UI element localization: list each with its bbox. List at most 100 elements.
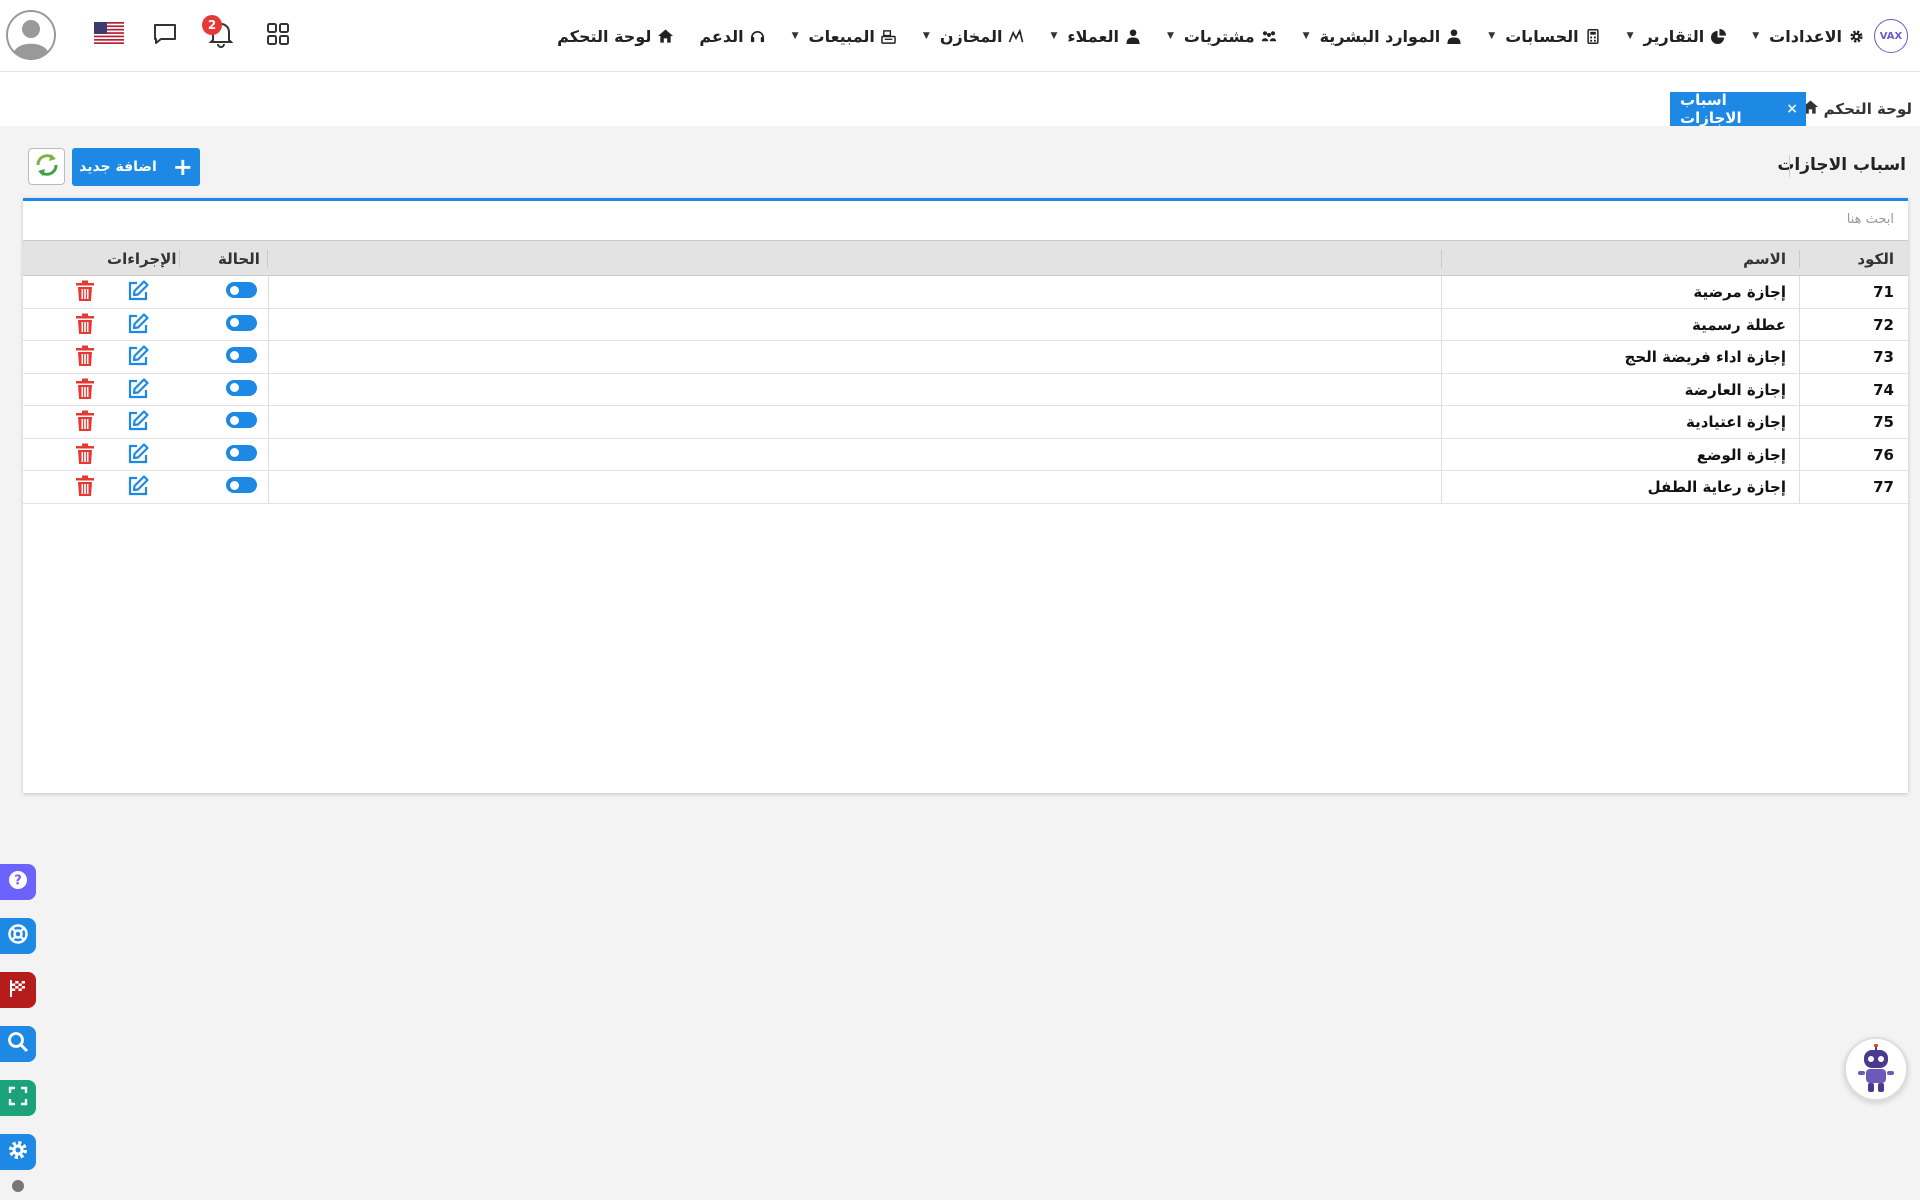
status-toggle[interactable]: [226, 282, 257, 298]
table-row[interactable]: 75 إجازة اعتيادية: [23, 406, 1908, 439]
nav-warehouses-label: المخازن: [939, 26, 1003, 46]
add-new-button[interactable]: اضافة جديد +: [72, 148, 200, 186]
row-name: إجازة اعتيادية: [1686, 413, 1786, 431]
row-name: إجازة العارضة: [1684, 380, 1786, 399]
status-toggle[interactable]: [226, 314, 257, 331]
nav-settings[interactable]: الاعدادات ▼: [1752, 27, 1864, 46]
trash-icon[interactable]: [75, 378, 95, 400]
nav-customers-label: العملاء: [1067, 26, 1119, 46]
nav-customers[interactable]: العملاء ▼: [1050, 27, 1141, 46]
settings-button[interactable]: [0, 1134, 36, 1170]
lifebuoy-icon: [7, 923, 29, 949]
home-icon: [657, 28, 673, 44]
nav-dashboard-label: لوحة التحكم: [557, 26, 652, 46]
edit-icon[interactable]: [127, 345, 149, 367]
header-name[interactable]: الاسم: [1743, 241, 1786, 277]
chevron-down-icon: ▼: [1302, 31, 1310, 41]
nav-accounts[interactable]: الحسابات ▼: [1488, 27, 1600, 46]
scroll-indicator-dot: [12, 1180, 24, 1192]
title-divider: [1789, 155, 1790, 177]
leave-reasons-panel: الكود الاسم الحالة الإجراءات 71 إجازة مر…: [23, 198, 1908, 793]
trash-icon[interactable]: [75, 475, 95, 497]
refresh-icon: [34, 152, 60, 182]
plus-icon: +: [172, 153, 193, 181]
edit-icon[interactable]: [127, 280, 149, 302]
checkered-flag-button[interactable]: [0, 972, 36, 1008]
status-toggle[interactable]: [226, 444, 257, 461]
nav-purchases[interactable]: مشتريات ▼: [1167, 27, 1277, 46]
edit-icon[interactable]: [127, 442, 149, 465]
status-toggle[interactable]: [226, 379, 257, 396]
row-name: عطلة رسمية: [1692, 315, 1786, 334]
support-button[interactable]: [0, 918, 36, 954]
nav-support[interactable]: الدعم: [699, 27, 765, 46]
nav-warehouses[interactable]: المخازن ▼: [923, 27, 1025, 46]
status-toggle[interactable]: [226, 477, 257, 493]
nav-reports[interactable]: التقارير ▼: [1627, 27, 1727, 46]
brand-logo[interactable]: VAX: [1874, 19, 1908, 53]
trash-icon[interactable]: [75, 345, 95, 367]
nav-dashboard[interactable]: لوحة التحكم: [557, 27, 673, 46]
nav-sales[interactable]: المبيعات ▼: [792, 27, 897, 46]
header-divider: [267, 250, 268, 268]
row-code: 73: [1873, 348, 1894, 366]
nav-hr[interactable]: الموارد البشرية ▼: [1303, 27, 1463, 46]
search-input[interactable]: [23, 201, 1908, 237]
main-nav: لوحة التحكم الدعم المبيعات ▼ المخازن ▼ ا…: [557, 0, 1864, 72]
header-code[interactable]: الكود: [1857, 241, 1894, 277]
chat-icon[interactable]: [152, 22, 178, 46]
table-row[interactable]: 74 إجازة العارضة: [23, 374, 1908, 406]
trash-icon[interactable]: [75, 313, 95, 335]
tab-dashboard[interactable]: لوحة التحكم: [1802, 94, 1912, 124]
trash-icon[interactable]: [75, 443, 95, 465]
edit-icon[interactable]: [127, 312, 149, 335]
table-body: 71 إجازة مرضية 72 عطلة رسمية 73 إجازة اد…: [23, 276, 1908, 504]
status-toggle[interactable]: [226, 347, 257, 363]
row-code: 76: [1873, 445, 1894, 464]
top-navbar: VAX لوحة التحكم الدعم المبيعات ▼ المخازن…: [0, 0, 1920, 72]
us-flag-icon[interactable]: [94, 22, 124, 44]
row-code: 74: [1873, 380, 1894, 399]
users-icon: [1446, 28, 1462, 44]
row-name: إجازة اداء فريضة الحج: [1624, 348, 1786, 366]
edit-icon[interactable]: [127, 377, 149, 400]
edit-icon[interactable]: [127, 410, 149, 432]
row-code: 71: [1873, 283, 1894, 301]
trash-icon[interactable]: [75, 410, 95, 432]
table-row[interactable]: 73 إجازة اداء فريضة الحج: [23, 341, 1908, 374]
header-divider: [179, 250, 180, 268]
search-button[interactable]: [0, 1026, 36, 1062]
table-header: الكود الاسم الحالة الإجراءات: [23, 240, 1908, 276]
apps-grid-icon[interactable]: [266, 22, 290, 46]
chevron-down-icon: ▼: [1166, 31, 1174, 41]
row-name: إجازة رعاية الطفل: [1647, 478, 1786, 496]
tab-leave-reasons[interactable]: اسباب الاجازات ×: [1670, 91, 1806, 127]
table-row[interactable]: 77 إجازة رعاية الطفل: [23, 471, 1908, 504]
fullscreen-button[interactable]: [0, 1080, 36, 1116]
nav-settings-label: الاعدادات: [1769, 26, 1842, 46]
table-row[interactable]: 71 إجازة مرضية: [23, 276, 1908, 309]
chevron-down-icon: ▼: [922, 31, 930, 41]
close-icon[interactable]: ×: [1786, 101, 1798, 117]
expand-icon: [8, 1086, 28, 1110]
question-icon: ?: [8, 870, 28, 894]
row-name: إجازة مرضية: [1693, 283, 1786, 301]
trash-icon[interactable]: [75, 280, 95, 302]
nav-reports-label: التقارير: [1643, 26, 1705, 46]
help-button[interactable]: ?: [0, 864, 36, 900]
header-status[interactable]: الحالة: [218, 241, 260, 277]
header-divider: [1441, 250, 1442, 268]
table-row[interactable]: 72 عطلة رسمية: [23, 309, 1908, 341]
avatar[interactable]: [6, 10, 56, 60]
row-code: 72: [1873, 315, 1894, 334]
table-row[interactable]: 76 إجازة الوضع: [23, 439, 1908, 471]
header-divider: [1799, 250, 1800, 268]
nav-sales-label: المبيعات: [808, 26, 875, 46]
people-group-icon: [1261, 28, 1277, 44]
nav-hr-label: الموارد البشرية: [1319, 26, 1441, 46]
status-toggle[interactable]: [226, 412, 257, 428]
notification-badge: 2: [202, 15, 222, 35]
assistant-robot-icon[interactable]: [1844, 1037, 1908, 1101]
refresh-button[interactable]: [28, 148, 65, 185]
edit-icon[interactable]: [127, 475, 149, 497]
